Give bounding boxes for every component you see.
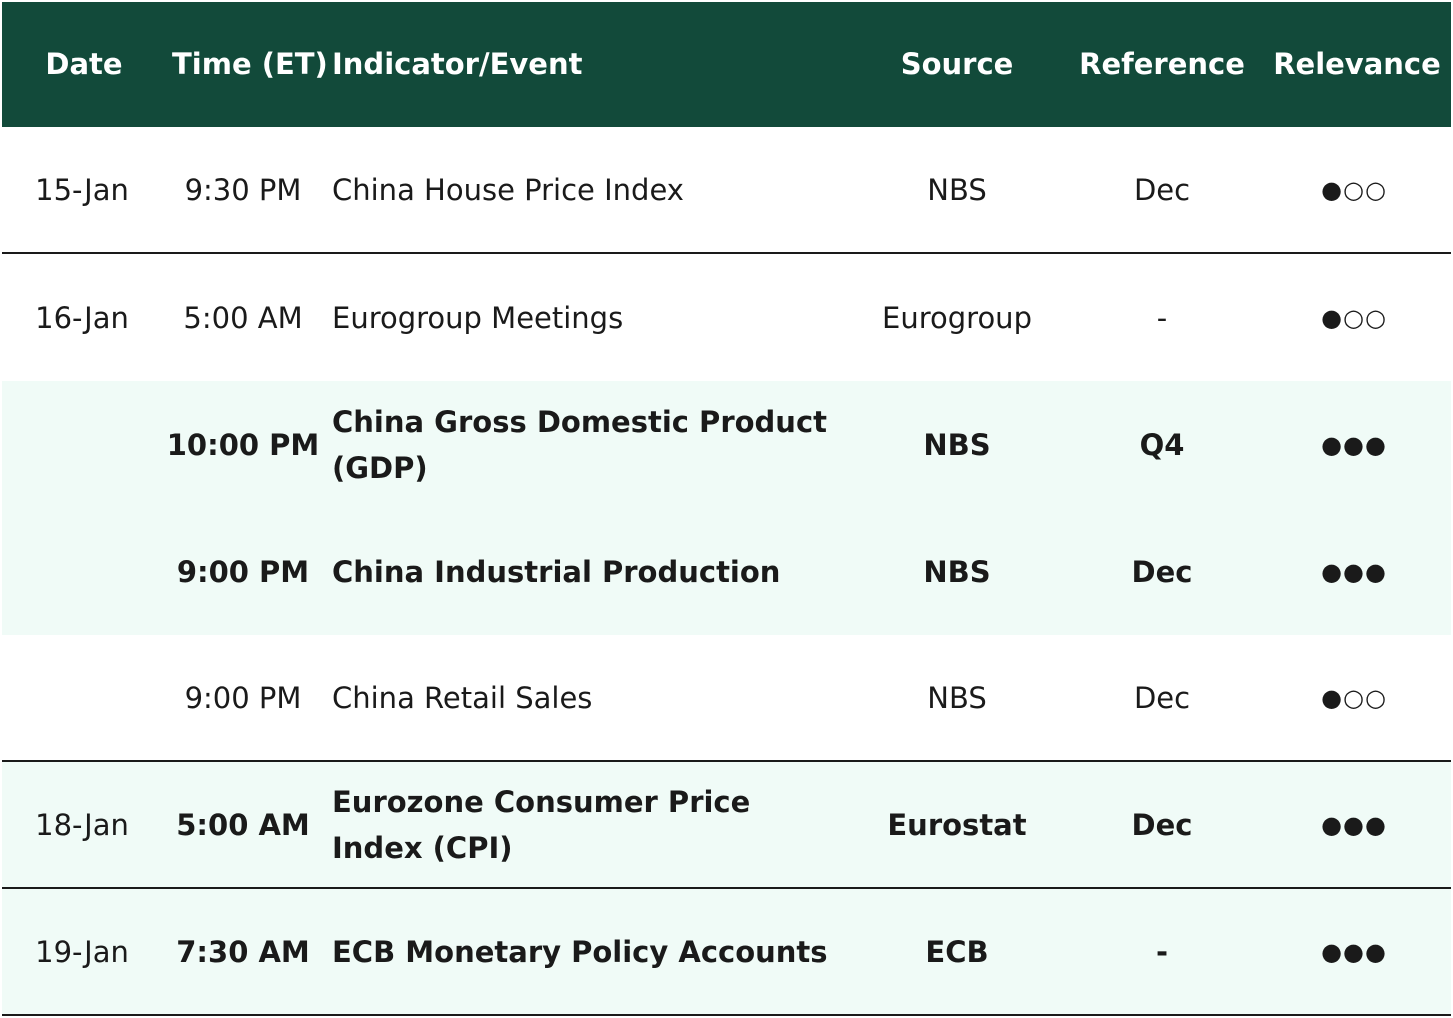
row-reference: Dec: [1133, 172, 1191, 207]
row-source: NBS: [927, 172, 987, 207]
row-source: NBS: [927, 680, 987, 715]
row-time: 5:00 AM: [183, 300, 303, 335]
row-time: 5:00 AM: [176, 807, 310, 842]
table-row: 9:00 PM China Industrial Production NBS …: [2, 508, 1451, 635]
row-reference: Dec: [1131, 554, 1193, 589]
header-date: Date: [45, 47, 123, 81]
table-row: 10:00 PM China Gross Domestic Product (G…: [2, 381, 1451, 508]
header-time: Time (ET): [172, 47, 328, 81]
row-date: 18-Jan: [35, 807, 129, 842]
header-relevance: Relevance: [1273, 47, 1441, 81]
row-reference: Q4: [1139, 427, 1185, 462]
row-date: 19-Jan: [35, 934, 129, 969]
row-date: [2, 381, 162, 508]
row-date: [2, 635, 162, 760]
row-time: 7:30 AM: [176, 934, 310, 969]
header-reference: Reference: [1079, 47, 1245, 81]
row-event: Eurozone Consumer Price Index (CPI): [332, 784, 751, 865]
header-source: Source: [900, 47, 1014, 81]
row-source: Eurostat: [887, 807, 1027, 842]
row-source: ECB: [925, 934, 989, 969]
table-row: 15-Jan 9:30 PM China House Price Index N…: [2, 127, 1451, 254]
relevance-dots-icon: ●●●: [1321, 430, 1387, 459]
relevance-dots-icon: ●●●: [1321, 937, 1387, 966]
table-row: 19-Jan 7:30 AM ECB Monetary Policy Accou…: [2, 889, 1451, 1016]
relevance-dots-icon: ●●●: [1321, 810, 1387, 839]
relevance-dots-icon: ●○○: [1321, 175, 1387, 204]
row-event: Eurogroup Meetings: [332, 300, 624, 335]
economic-calendar-table: Date Time (ET) Indicator/Event Source Re…: [2, 2, 1451, 1016]
row-event: China House Price Index: [332, 172, 684, 207]
row-source: NBS: [923, 427, 991, 462]
row-time: 10:00 PM: [166, 427, 320, 462]
row-event: China Retail Sales: [332, 680, 593, 715]
row-time: 9:00 PM: [176, 554, 310, 589]
header-event: Indicator/Event: [332, 47, 583, 81]
row-date: [2, 508, 162, 635]
row-time: 9:30 PM: [184, 172, 302, 207]
row-reference: -: [1156, 300, 1168, 335]
row-event: China Gross Domestic Product (GDP): [332, 404, 827, 485]
row-date: 15-Jan: [35, 172, 129, 207]
row-event: ECB Monetary Policy Accounts: [332, 934, 828, 969]
row-event: China Industrial Production: [332, 554, 781, 589]
table-row: 9:00 PM China Retail Sales NBS Dec ●○○: [2, 635, 1451, 762]
relevance-dots-icon: ●○○: [1321, 683, 1387, 712]
table-row: 16-Jan 5:00 AM Eurogroup Meetings Eurogr…: [2, 254, 1451, 381]
row-time: 9:00 PM: [184, 680, 302, 715]
row-source: NBS: [923, 554, 991, 589]
row-reference: Dec: [1133, 680, 1191, 715]
table-header: Date Time (ET) Indicator/Event Source Re…: [2, 2, 1451, 127]
table-row: 18-Jan 5:00 AM Eurozone Consumer Price I…: [2, 762, 1451, 889]
row-reference: -: [1155, 934, 1169, 969]
relevance-dots-icon: ●○○: [1321, 303, 1387, 332]
row-date: 16-Jan: [35, 300, 129, 335]
row-source: Eurogroup: [882, 300, 1032, 335]
relevance-dots-icon: ●●●: [1321, 557, 1387, 586]
row-reference: Dec: [1131, 807, 1193, 842]
